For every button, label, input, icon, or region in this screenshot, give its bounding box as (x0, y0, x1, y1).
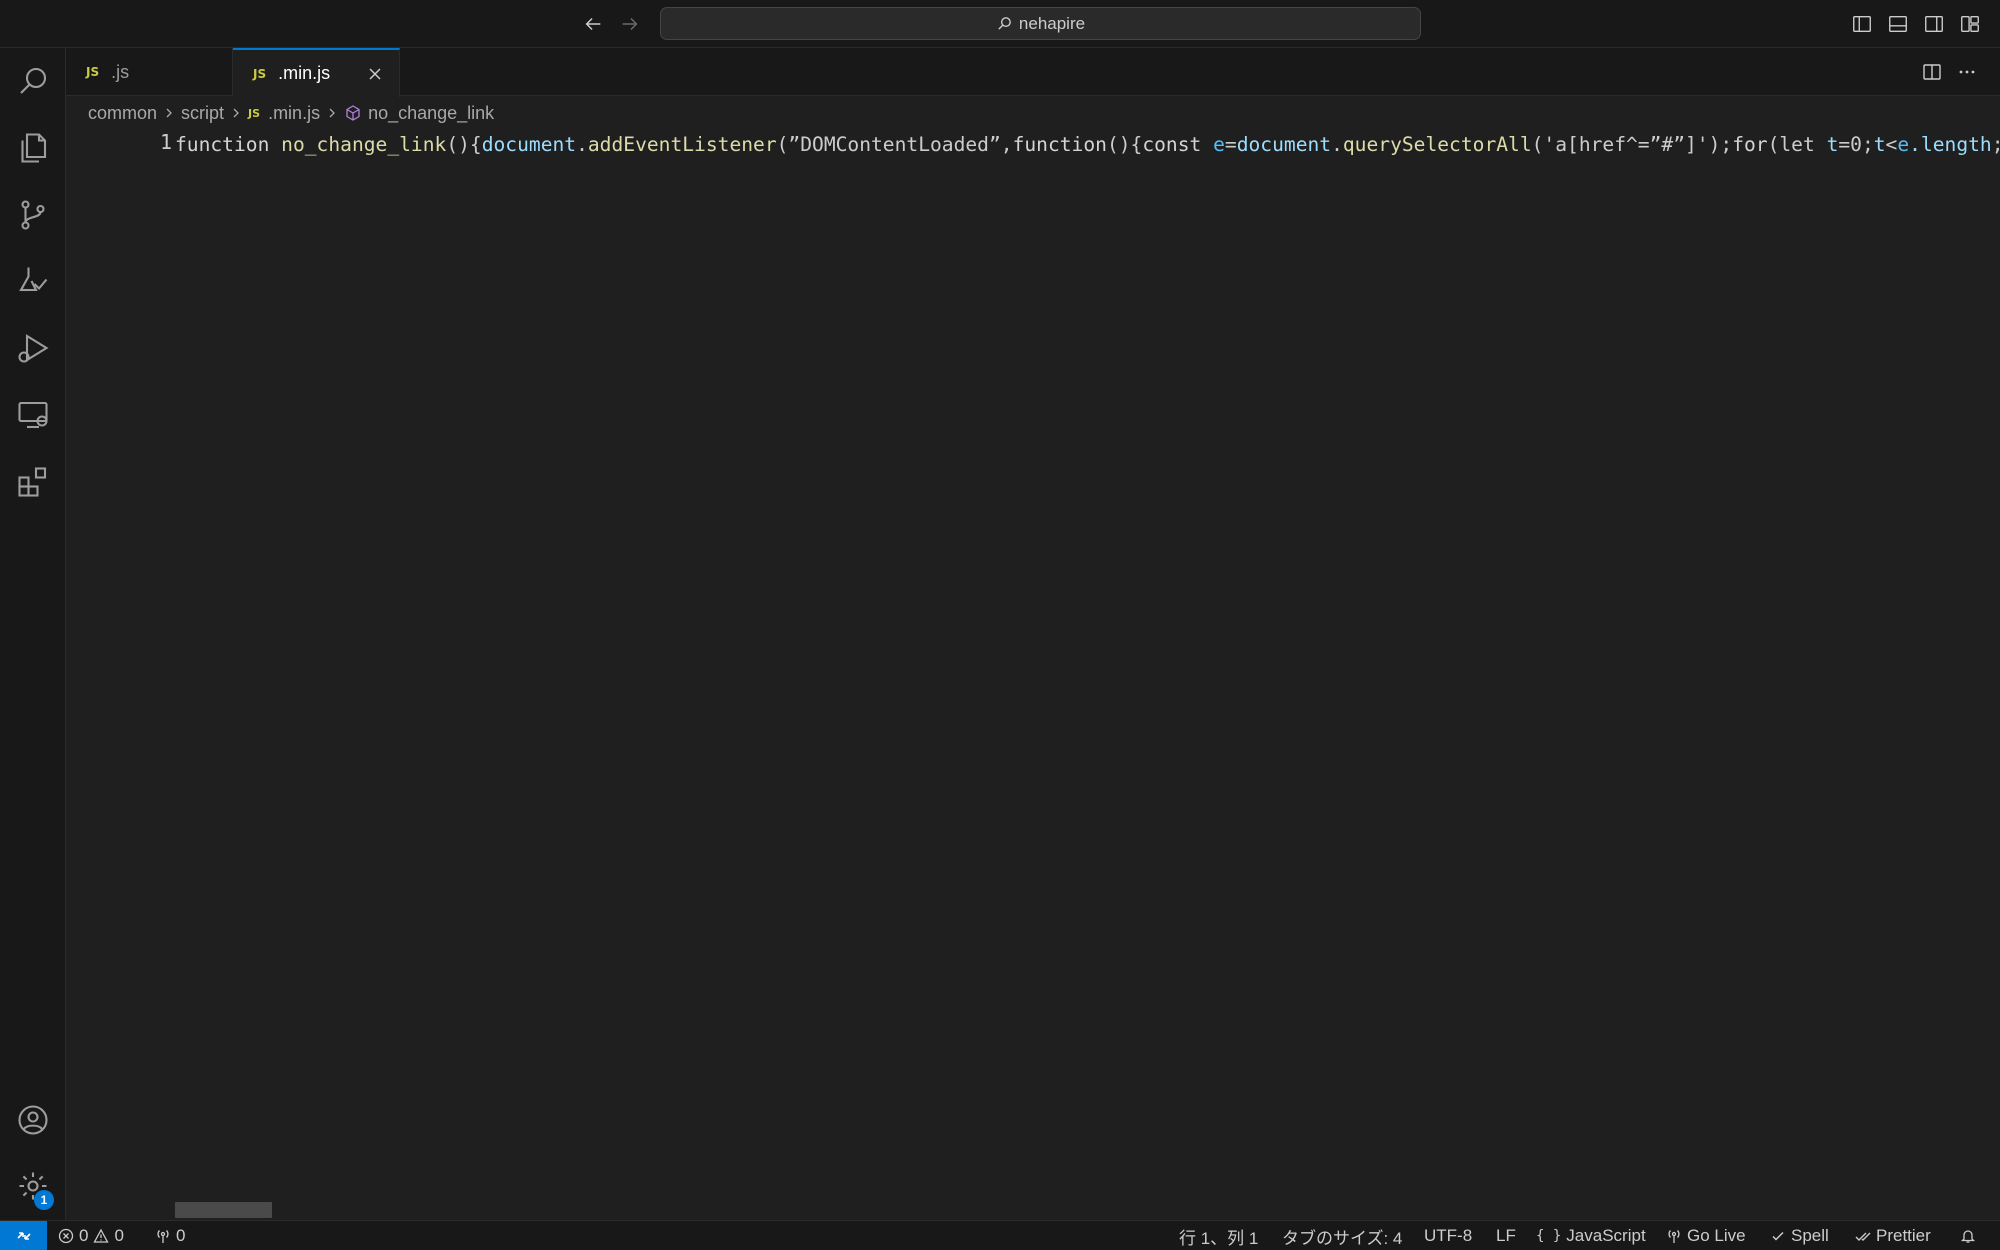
search-icon[interactable] (0, 51, 66, 111)
code-token: function (1012, 133, 1107, 156)
accounts-icon[interactable] (0, 1090, 66, 1150)
breadcrumb-item-file[interactable]: JS .min.js (248, 103, 320, 124)
breadcrumb-item-common[interactable]: common (88, 103, 157, 124)
code-token: =0; (1838, 133, 1874, 156)
code-token: (let (1767, 133, 1827, 156)
prettier-button[interactable]: Prettier (1855, 1221, 1931, 1250)
javascript-file-icon: JS (253, 66, 267, 81)
check-icon (1772, 1231, 1784, 1241)
activity-bar: 1 (0, 48, 66, 1220)
code-token: . (1331, 133, 1343, 156)
go-live-button[interactable]: Go Live (1666, 1221, 1746, 1250)
error-count: 0 (79, 1226, 89, 1245)
ports-status[interactable]: 0 (155, 1221, 185, 1250)
breadcrumb: common script JS .min.js no_change_link (88, 99, 494, 127)
spell-button[interactable]: Spell (1770, 1221, 1829, 1250)
chevron-right-icon (230, 107, 242, 119)
braces-icon: { } (1536, 1228, 1562, 1244)
go-live-label: Go Live (1687, 1226, 1746, 1245)
command-center-search[interactable]: nehapire (660, 7, 1421, 40)
toggle-primary-sidebar-icon[interactable] (1850, 12, 1874, 36)
tab-label: .min.js (278, 63, 331, 83)
javascript-file-icon: JS (248, 106, 261, 120)
code-token: querySelectorAll (1342, 133, 1532, 156)
code-token: addEventListener (587, 133, 777, 156)
horizontal-scrollbar[interactable] (175, 1202, 272, 1218)
code-editor[interactable]: 1 function no_change_link(){document.add… (66, 128, 2000, 1220)
code-token: e (1897, 133, 1910, 156)
double-check-icon (1855, 1232, 1871, 1241)
tab-min-js[interactable]: JS .min.js (233, 48, 400, 97)
warning-count: 0 (114, 1226, 124, 1245)
split-editor-icon[interactable] (1920, 60, 1944, 84)
extensions-icon[interactable] (0, 452, 66, 512)
source-control-icon[interactable] (0, 185, 66, 245)
more-actions-icon[interactable] (1955, 60, 1979, 84)
tab-size[interactable]: タブのサイズ: 4 (1282, 1221, 1402, 1250)
code-token: const (1142, 133, 1214, 156)
code-token: document (1236, 133, 1332, 156)
chevron-right-icon (163, 107, 175, 119)
remote-explorer-icon[interactable] (0, 385, 66, 445)
code-token: (”DOMContentLoaded”, (776, 133, 1013, 156)
close-icon[interactable] (364, 63, 386, 85)
code-token: .length (1909, 133, 1992, 156)
toggle-panel-icon[interactable] (1886, 12, 1910, 36)
code-token: ; (1992, 133, 2000, 156)
broadcast-icon (1668, 1230, 1680, 1243)
forward-arrow-icon[interactable] (616, 10, 644, 38)
code-token: . (576, 133, 588, 156)
tab-js[interactable]: JS .js (66, 48, 233, 96)
back-arrow-icon[interactable] (579, 10, 607, 38)
code-token: no_change_link (281, 133, 447, 156)
spell-label: Spell (1791, 1226, 1829, 1245)
code-token: t (1873, 133, 1886, 156)
ports-count: 0 (176, 1226, 186, 1245)
tab-label: .js (111, 61, 130, 82)
code-token: ('a[href^=”#”]'); (1531, 133, 1733, 156)
encoding[interactable]: UTF-8 (1424, 1221, 1472, 1250)
breadcrumb-file-label: .min.js (268, 102, 321, 123)
tab-bar: JS .js JS .min.js (66, 48, 2000, 97)
code-token: function (175, 133, 282, 156)
code-token: for (1732, 133, 1768, 156)
prettier-label: Prettier (1876, 1226, 1931, 1245)
notification-badge: 1 (34, 1190, 54, 1210)
breadcrumb-item-script[interactable]: script (181, 103, 224, 124)
notifications-bell-icon[interactable] (1960, 1221, 1976, 1250)
code-token: document (481, 133, 577, 156)
cursor-position[interactable]: 行 1、列 1 (1179, 1221, 1258, 1250)
code-token: = (1224, 133, 1237, 156)
error-icon (58, 1228, 74, 1244)
toggle-secondary-sidebar-icon[interactable] (1922, 12, 1946, 36)
javascript-file-icon: JS (86, 65, 100, 79)
language-label: JavaScript (1566, 1226, 1646, 1245)
manage-gear-icon[interactable]: 1 (0, 1156, 66, 1216)
search-icon (998, 17, 1011, 30)
testing-icon[interactable] (0, 251, 66, 311)
method-cube-icon (346, 105, 360, 121)
code-token: (){ (446, 133, 482, 156)
chevron-right-icon (326, 107, 338, 119)
code-token: e (1213, 133, 1225, 156)
code-token: t (1826, 133, 1839, 156)
explorer-icon[interactable] (0, 118, 66, 178)
code-token: < (1885, 133, 1898, 156)
customize-layout-icon[interactable] (1958, 12, 1982, 36)
code-token: (){ (1106, 133, 1143, 156)
code-line[interactable]: function no_change_link(){document.addEv… (175, 130, 2000, 160)
command-center-label: nehapire (1018, 13, 1086, 33)
status-bar: 0 0 0 行 1、列 1 タブのサイズ: 4 UTF-8 LF { } Jav… (0, 1220, 2000, 1250)
breadcrumb-symbol-label: no_change_link (368, 102, 495, 123)
title-bar: nehapire (0, 0, 2000, 48)
language-mode[interactable]: { } JavaScript (1536, 1221, 1646, 1250)
end-of-line[interactable]: LF (1496, 1221, 1516, 1250)
broadcast-icon (157, 1230, 169, 1243)
warning-icon (93, 1228, 110, 1243)
remote-indicator-icon[interactable] (0, 1221, 47, 1250)
breadcrumb-item-symbol[interactable]: no_change_link (344, 103, 494, 124)
run-and-debug-icon[interactable] (0, 318, 66, 378)
problems-status[interactable]: 0 0 (58, 1221, 124, 1250)
